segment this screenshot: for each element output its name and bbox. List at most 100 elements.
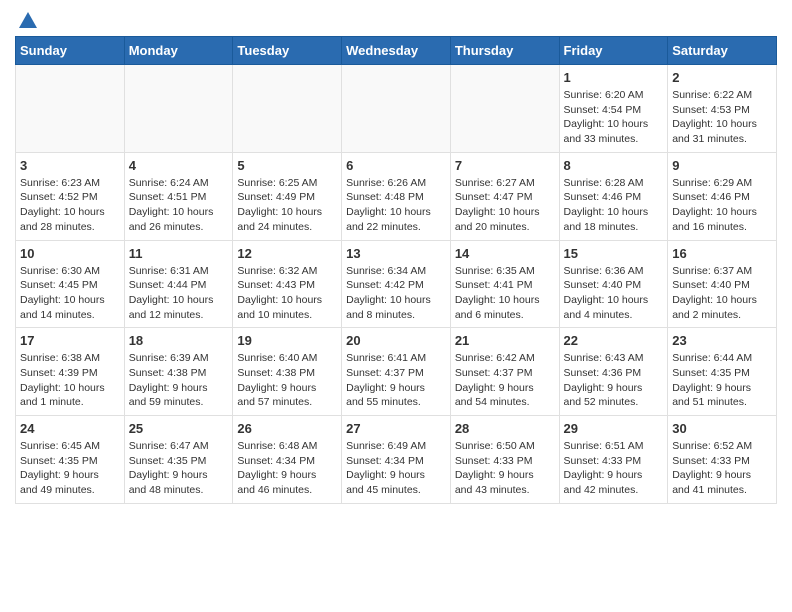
day-number: 5 <box>237 158 337 173</box>
day-info: Sunrise: 6:52 AM Sunset: 4:33 PM Dayligh… <box>672 439 772 498</box>
weekday-header-wednesday: Wednesday <box>342 37 451 65</box>
calendar-week-row: 10Sunrise: 6:30 AM Sunset: 4:45 PM Dayli… <box>16 240 777 328</box>
calendar-week-row: 1Sunrise: 6:20 AM Sunset: 4:54 PM Daylig… <box>16 65 777 153</box>
calendar-week-row: 3 Sunrise: 6:23 AM Sunset: 4:52 PM Daylig… <box>16 152 777 240</box>
weekday-header-monday: Monday <box>124 37 233 65</box>
calendar-cell: 10Sunrise: 6:30 AM Sunset: 4:45 PM Dayli… <box>16 240 125 328</box>
calendar-cell: 12 Sunrise: 6:32 AM Sunset: 4:43 PM Dayli… <box>233 240 342 328</box>
calendar-table: SundayMondayTuesdayWednesdayThursdayFrid… <box>15 36 777 504</box>
calendar-cell: 3 Sunrise: 6:23 AM Sunset: 4:52 PM Daylig… <box>16 152 125 240</box>
calendar-cell: 17 Sunrise: 6:38 AM Sunset: 4:39 PM Dayli… <box>16 328 125 416</box>
day-info: Sunrise: 6:20 AM Sunset: 4:54 PM Dayligh… <box>564 88 664 147</box>
day-info: Sunrise: 6:22 AM Sunset: 4:53 PM Dayligh… <box>672 88 772 147</box>
calendar-cell: 9 Sunrise: 6:29 AM Sunset: 4:46 PM Daylig… <box>668 152 777 240</box>
weekday-header-saturday: Saturday <box>668 37 777 65</box>
day-number: 21 <box>455 333 555 348</box>
calendar-cell: 30 Sunrise: 6:52 AM Sunset: 4:33 PM Dayli… <box>668 416 777 504</box>
day-number: 27 <box>346 421 446 436</box>
calendar-cell <box>450 65 559 153</box>
day-info: Sunrise: 6:45 AM Sunset: 4:35 PM Dayligh… <box>20 439 120 498</box>
day-number: 2 <box>672 70 772 85</box>
calendar-cell: 21 Sunrise: 6:42 AM Sunset: 4:37 PM Dayli… <box>450 328 559 416</box>
calendar-week-row: 17 Sunrise: 6:38 AM Sunset: 4:39 PM Dayli… <box>16 328 777 416</box>
day-number: 9 <box>672 158 772 173</box>
calendar-cell: 11 Sunrise: 6:31 AM Sunset: 4:44 PM Dayli… <box>124 240 233 328</box>
day-info: Sunrise: 6:35 AM Sunset: 4:41 PM Dayligh… <box>455 264 555 323</box>
calendar-cell: 7Sunrise: 6:27 AM Sunset: 4:47 PM Daylig… <box>450 152 559 240</box>
calendar-cell <box>124 65 233 153</box>
weekday-header-friday: Friday <box>559 37 668 65</box>
calendar-cell: 4Sunrise: 6:24 AM Sunset: 4:51 PM Daylig… <box>124 152 233 240</box>
calendar-cell: 5 Sunrise: 6:25 AM Sunset: 4:49 PM Daylig… <box>233 152 342 240</box>
calendar-cell: 29 Sunrise: 6:51 AM Sunset: 4:33 PM Dayli… <box>559 416 668 504</box>
day-number: 26 <box>237 421 337 436</box>
day-info: Sunrise: 6:38 AM Sunset: 4:39 PM Dayligh… <box>20 351 120 410</box>
day-number: 18 <box>129 333 229 348</box>
day-info: Sunrise: 6:47 AM Sunset: 4:35 PM Dayligh… <box>129 439 229 498</box>
calendar-week-row: 24 Sunrise: 6:45 AM Sunset: 4:35 PM Dayli… <box>16 416 777 504</box>
day-number: 17 <box>20 333 120 348</box>
calendar-cell: 8Sunrise: 6:28 AM Sunset: 4:46 PM Daylig… <box>559 152 668 240</box>
calendar-cell: 2 Sunrise: 6:22 AM Sunset: 4:53 PM Daylig… <box>668 65 777 153</box>
day-info: Sunrise: 6:25 AM Sunset: 4:49 PM Dayligh… <box>237 176 337 235</box>
day-info: Sunrise: 6:51 AM Sunset: 4:33 PM Dayligh… <box>564 439 664 498</box>
calendar-cell: 23 Sunrise: 6:44 AM Sunset: 4:35 PM Dayli… <box>668 328 777 416</box>
day-info: Sunrise: 6:29 AM Sunset: 4:46 PM Dayligh… <box>672 176 772 235</box>
day-number: 24 <box>20 421 120 436</box>
calendar-cell <box>233 65 342 153</box>
calendar-cell: 6Sunrise: 6:26 AM Sunset: 4:48 PM Daylig… <box>342 152 451 240</box>
calendar-cell: 22Sunrise: 6:43 AM Sunset: 4:36 PM Dayli… <box>559 328 668 416</box>
calendar-cell: 28 Sunrise: 6:50 AM Sunset: 4:33 PM Dayli… <box>450 416 559 504</box>
day-info: Sunrise: 6:31 AM Sunset: 4:44 PM Dayligh… <box>129 264 229 323</box>
day-number: 29 <box>564 421 664 436</box>
day-number: 15 <box>564 246 664 261</box>
calendar-cell: 1Sunrise: 6:20 AM Sunset: 4:54 PM Daylig… <box>559 65 668 153</box>
day-info: Sunrise: 6:32 AM Sunset: 4:43 PM Dayligh… <box>237 264 337 323</box>
day-info: Sunrise: 6:24 AM Sunset: 4:51 PM Dayligh… <box>129 176 229 235</box>
logo-icon <box>17 10 39 32</box>
day-number: 11 <box>129 246 229 261</box>
weekday-header-row: SundayMondayTuesdayWednesdayThursdayFrid… <box>16 37 777 65</box>
calendar-cell: 24 Sunrise: 6:45 AM Sunset: 4:35 PM Dayli… <box>16 416 125 504</box>
calendar-cell: 27 Sunrise: 6:49 AM Sunset: 4:34 PM Dayli… <box>342 416 451 504</box>
calendar-cell: 26 Sunrise: 6:48 AM Sunset: 4:34 PM Dayli… <box>233 416 342 504</box>
calendar-cell: 13 Sunrise: 6:34 AM Sunset: 4:42 PM Dayli… <box>342 240 451 328</box>
calendar-cell: 16Sunrise: 6:37 AM Sunset: 4:40 PM Dayli… <box>668 240 777 328</box>
day-number: 23 <box>672 333 772 348</box>
calendar-cell: 20Sunrise: 6:41 AM Sunset: 4:37 PM Dayli… <box>342 328 451 416</box>
day-info: Sunrise: 6:42 AM Sunset: 4:37 PM Dayligh… <box>455 351 555 410</box>
header <box>15 10 777 28</box>
calendar-cell: 15 Sunrise: 6:36 AM Sunset: 4:40 PM Dayli… <box>559 240 668 328</box>
day-info: Sunrise: 6:23 AM Sunset: 4:52 PM Dayligh… <box>20 176 120 235</box>
day-number: 19 <box>237 333 337 348</box>
day-info: Sunrise: 6:50 AM Sunset: 4:33 PM Dayligh… <box>455 439 555 498</box>
day-info: Sunrise: 6:36 AM Sunset: 4:40 PM Dayligh… <box>564 264 664 323</box>
day-info: Sunrise: 6:48 AM Sunset: 4:34 PM Dayligh… <box>237 439 337 498</box>
day-number: 12 <box>237 246 337 261</box>
day-info: Sunrise: 6:39 AM Sunset: 4:38 PM Dayligh… <box>129 351 229 410</box>
calendar-cell: 19 Sunrise: 6:40 AM Sunset: 4:38 PM Dayli… <box>233 328 342 416</box>
calendar-cell <box>16 65 125 153</box>
day-info: Sunrise: 6:27 AM Sunset: 4:47 PM Dayligh… <box>455 176 555 235</box>
weekday-header-sunday: Sunday <box>16 37 125 65</box>
day-number: 28 <box>455 421 555 436</box>
page: SundayMondayTuesdayWednesdayThursdayFrid… <box>0 0 792 519</box>
logo <box>15 10 39 28</box>
day-info: Sunrise: 6:44 AM Sunset: 4:35 PM Dayligh… <box>672 351 772 410</box>
day-info: Sunrise: 6:49 AM Sunset: 4:34 PM Dayligh… <box>346 439 446 498</box>
day-number: 3 <box>20 158 120 173</box>
day-number: 22 <box>564 333 664 348</box>
day-number: 25 <box>129 421 229 436</box>
calendar-cell: 14Sunrise: 6:35 AM Sunset: 4:41 PM Dayli… <box>450 240 559 328</box>
day-number: 30 <box>672 421 772 436</box>
day-info: Sunrise: 6:40 AM Sunset: 4:38 PM Dayligh… <box>237 351 337 410</box>
day-number: 13 <box>346 246 446 261</box>
calendar-cell: 18 Sunrise: 6:39 AM Sunset: 4:38 PM Dayli… <box>124 328 233 416</box>
day-number: 16 <box>672 246 772 261</box>
day-info: Sunrise: 6:30 AM Sunset: 4:45 PM Dayligh… <box>20 264 120 323</box>
day-number: 6 <box>346 158 446 173</box>
calendar-cell <box>342 65 451 153</box>
day-info: Sunrise: 6:34 AM Sunset: 4:42 PM Dayligh… <box>346 264 446 323</box>
day-info: Sunrise: 6:28 AM Sunset: 4:46 PM Dayligh… <box>564 176 664 235</box>
calendar-cell: 25 Sunrise: 6:47 AM Sunset: 4:35 PM Dayli… <box>124 416 233 504</box>
